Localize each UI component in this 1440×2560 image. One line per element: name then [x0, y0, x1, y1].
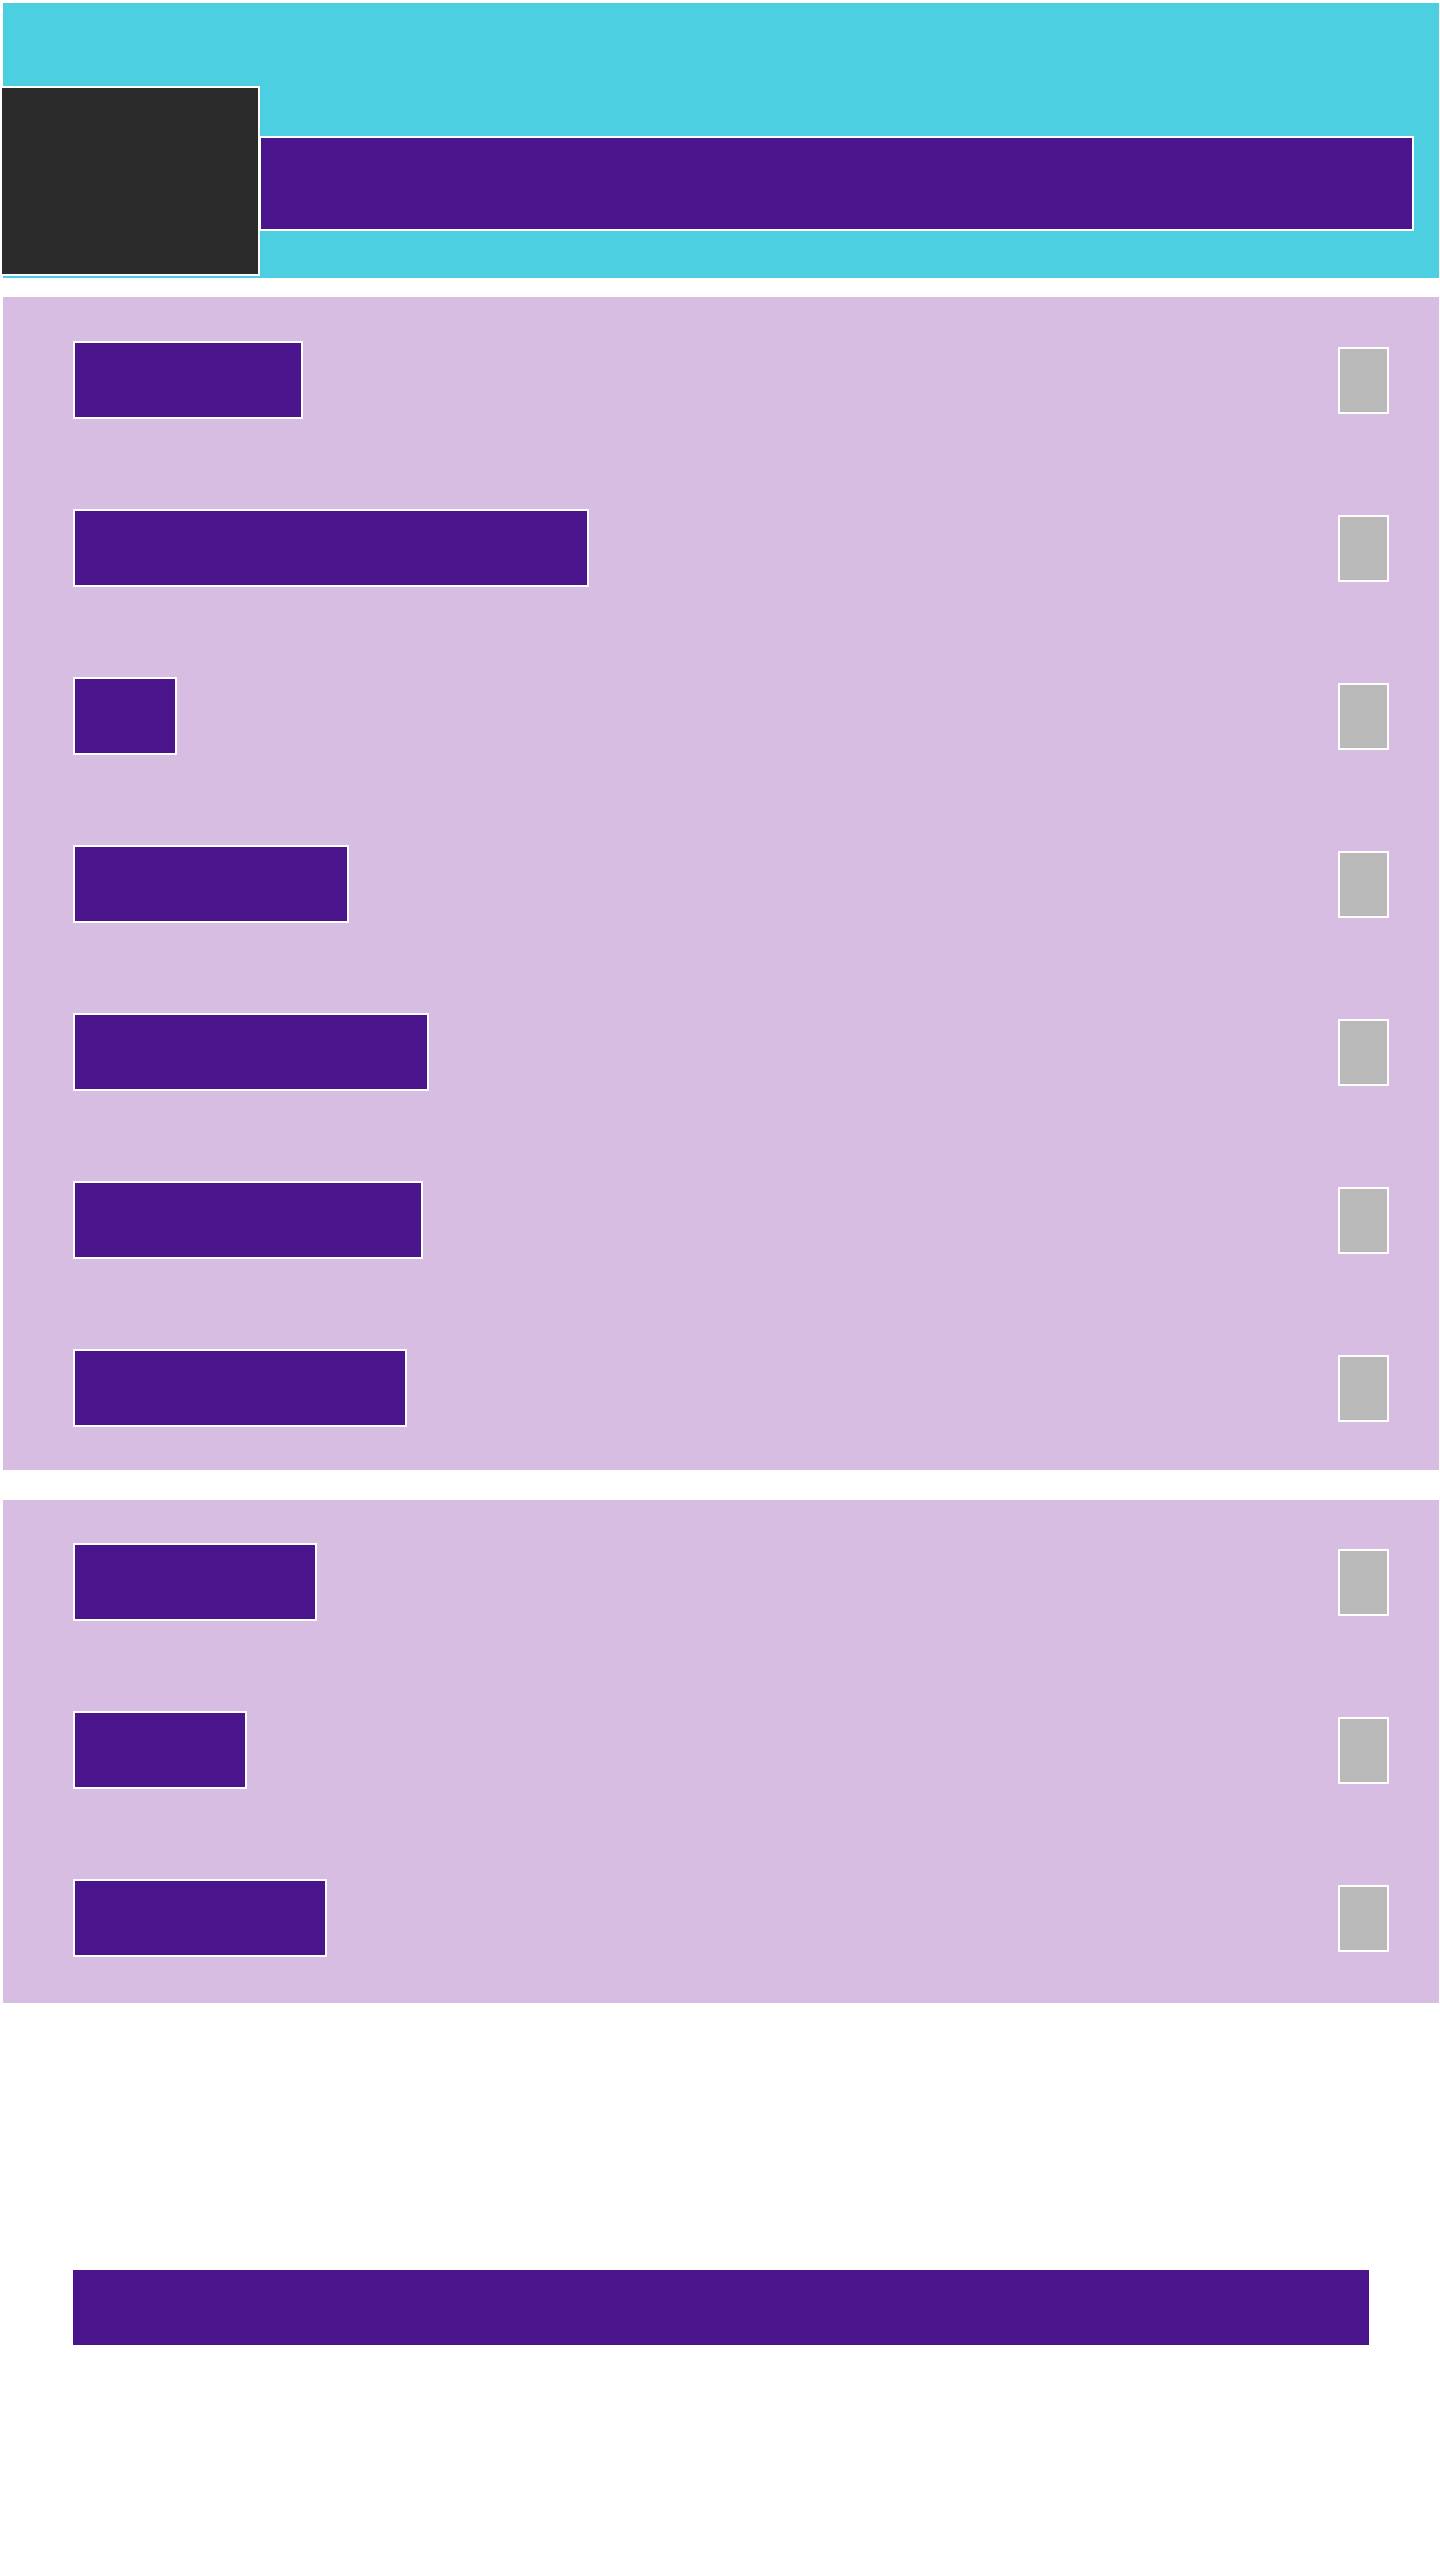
row-checkbox[interactable] — [1338, 1187, 1389, 1254]
list-item-label[interactable] — [73, 341, 303, 419]
row-checkbox[interactable] — [1338, 851, 1389, 918]
row-checkbox[interactable] — [1338, 1717, 1389, 1784]
settings-section-1 — [3, 297, 1439, 1470]
primary-action-button[interactable] — [73, 2270, 1369, 2345]
list-item-label[interactable] — [73, 1879, 327, 1957]
row-checkbox[interactable] — [1338, 1355, 1389, 1422]
list-item-label[interactable] — [73, 1349, 407, 1427]
settings-section-2 — [3, 1500, 1439, 2003]
list-item-label[interactable] — [73, 1181, 423, 1259]
row-checkbox[interactable] — [1338, 1549, 1389, 1616]
list-item-label[interactable] — [73, 677, 177, 755]
page-title — [259, 136, 1414, 231]
row-checkbox[interactable] — [1338, 683, 1389, 750]
back-button[interactable] — [0, 86, 260, 276]
row-checkbox[interactable] — [1338, 1019, 1389, 1086]
row-checkbox[interactable] — [1338, 1885, 1389, 1952]
list-item-label[interactable] — [73, 1013, 429, 1091]
list-item-label[interactable] — [73, 1711, 247, 1789]
list-item-label[interactable] — [73, 509, 589, 587]
list-item-label[interactable] — [73, 845, 349, 923]
list-item-label[interactable] — [73, 1543, 317, 1621]
row-checkbox[interactable] — [1338, 347, 1389, 414]
row-checkbox[interactable] — [1338, 515, 1389, 582]
